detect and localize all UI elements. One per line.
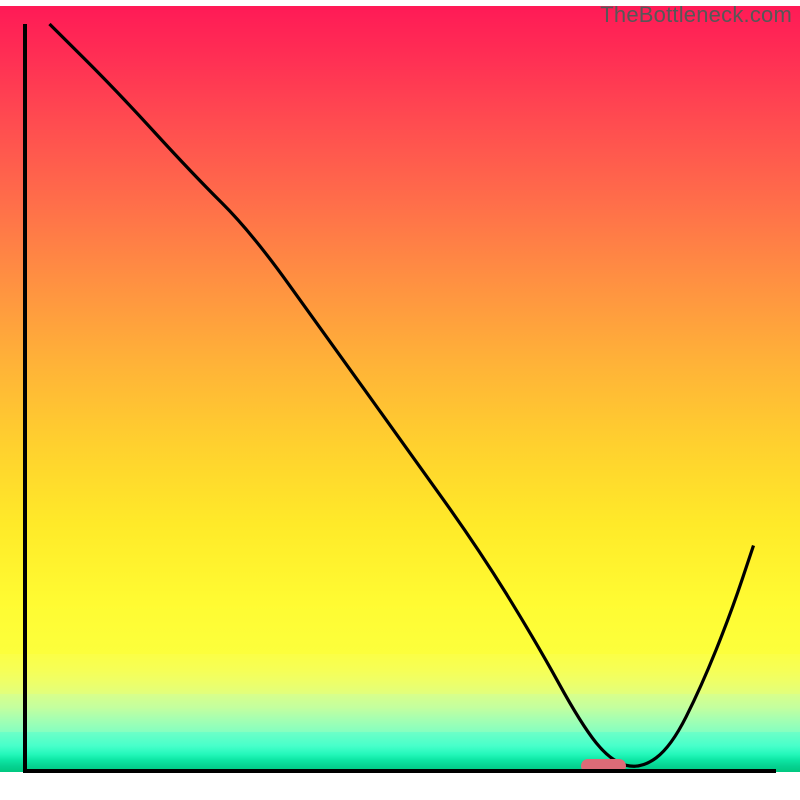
chart-curve xyxy=(0,0,800,800)
watermark-text: TheBottleneck.com xyxy=(600,2,792,28)
optimal-marker xyxy=(581,759,626,773)
bottleneck-curve-path xyxy=(50,24,754,766)
